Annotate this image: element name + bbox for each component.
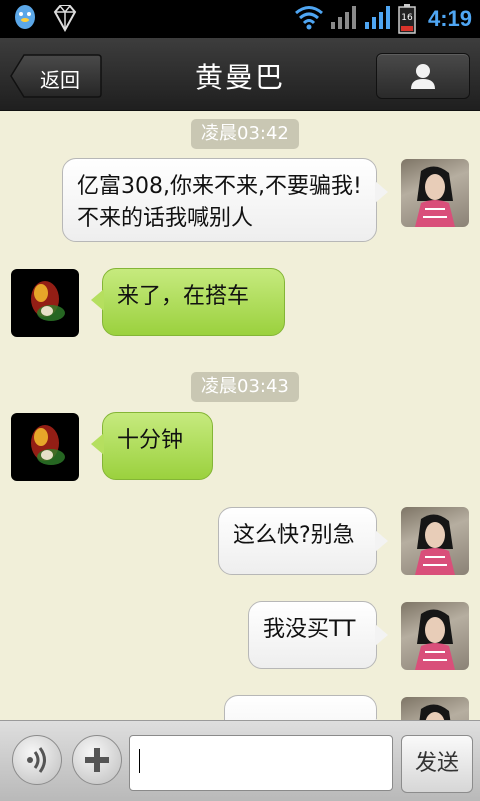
plus-button[interactable]	[72, 735, 122, 785]
chat-area[interactable]: 凌晨03:42 亿富308,你来不来,不要骗我! 不来的话我喊别人 来了，在搭车…	[0, 111, 480, 720]
send-button[interactable]: 发送	[401, 735, 473, 793]
wifi-icon	[294, 4, 324, 34]
profile-button[interactable]	[376, 53, 470, 99]
plus-icon	[83, 746, 111, 778]
battery-level: 16	[401, 13, 413, 23]
person-icon	[409, 62, 437, 94]
message-bubble-received[interactable]: 十分钟	[91, 412, 213, 480]
message-line: 我没买TT	[263, 617, 356, 642]
timestamp: 凌晨03:42	[191, 119, 299, 149]
status-bar: 16 4:19	[0, 0, 480, 38]
message-line: 来了，在搭车	[117, 284, 250, 309]
signal-icon	[364, 4, 392, 34]
qq-penguin-icon	[10, 3, 40, 37]
voice-button[interactable]	[12, 735, 62, 785]
clock: 4:19	[427, 6, 472, 31]
message-line: 十分钟	[117, 428, 184, 453]
girl-avatar[interactable]	[401, 507, 469, 575]
message-input[interactable]	[129, 735, 393, 791]
message-bubble-sent[interactable]: 这么快?别急	[218, 507, 388, 575]
input-bar: 发送	[0, 720, 480, 801]
girl-avatar[interactable]	[401, 602, 469, 670]
timestamp: 凌晨03:43	[191, 372, 299, 402]
girl-avatar[interactable]	[401, 697, 469, 720]
girl-avatar[interactable]	[401, 159, 469, 227]
message-line: 不来的话我喊别人	[77, 206, 254, 231]
message-bubble-sent[interactable]: 亿富308,你来不来,不要骗我! 不来的话我喊别人	[62, 158, 388, 242]
message-line: 这么快?别急	[233, 523, 355, 548]
message-line: 亿富308,你来不来,不要骗我!	[77, 174, 362, 199]
message-bubble-sent[interactable]	[224, 695, 388, 720]
diamond-icon	[50, 4, 80, 36]
voice-icon	[24, 746, 50, 778]
text-cursor	[139, 749, 140, 773]
message-bubble-received[interactable]: 来了，在搭车	[91, 268, 285, 336]
message-bubble-sent[interactable]: 我没买TT	[248, 601, 388, 669]
dark-avatar[interactable]	[11, 413, 79, 481]
battery-icon: 16	[398, 4, 416, 34]
dark-avatar[interactable]	[11, 269, 79, 337]
title-bar: 返回 黄曼巴	[0, 38, 480, 111]
signal-icon	[330, 4, 358, 34]
